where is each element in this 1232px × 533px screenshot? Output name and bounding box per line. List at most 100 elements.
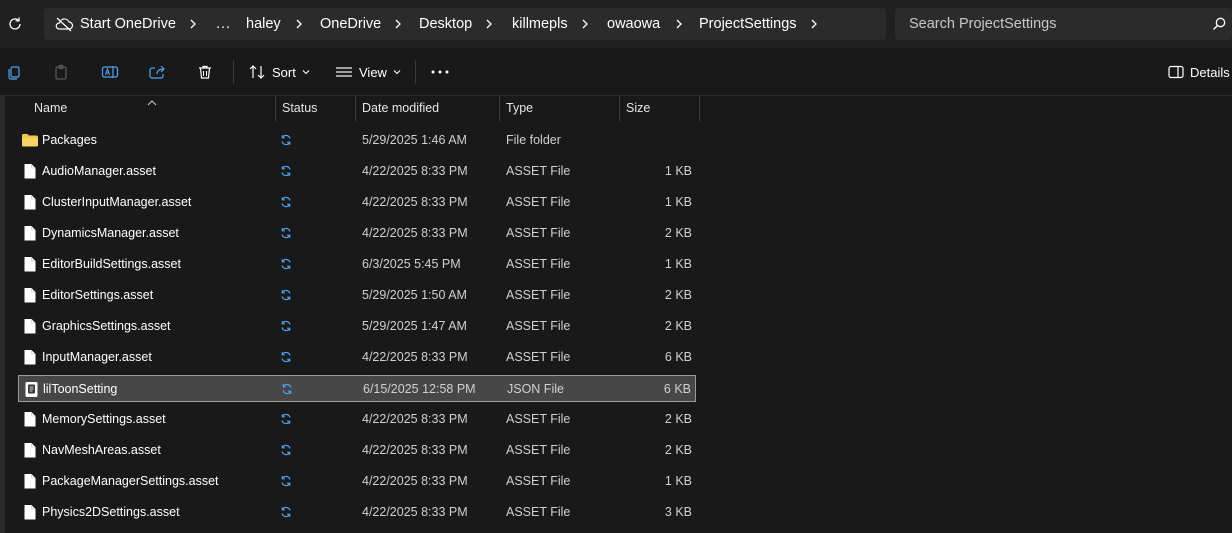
details-pane-icon [1168, 65, 1184, 79]
breadcrumb-owaowa[interactable]: owaowa [607, 8, 660, 40]
chevron-right-icon[interactable] [292, 8, 306, 40]
copy-icon[interactable] [4, 62, 24, 82]
share-icon[interactable] [147, 62, 167, 82]
file-name[interactable]: MemorySettings.asset [42, 406, 166, 433]
paste-icon[interactable] [51, 62, 71, 82]
rename-icon[interactable] [100, 62, 120, 82]
command-bar: Sort View Details [0, 48, 1232, 96]
navigation-pane-edge[interactable] [0, 96, 5, 533]
chevron-right-icon[interactable] [186, 8, 200, 40]
file-row[interactable]: AudioManager.asset 4/22/2025 8:33 PM ASSET… [18, 158, 696, 185]
address-bar[interactable]: Start OneDrive ... haley OneDrive Deskto… [44, 8, 886, 40]
file-row[interactable]: MemorySettings.asset 4/22/2025 8:33 PM ASS… [18, 406, 696, 433]
chevron-right-icon[interactable] [578, 8, 592, 40]
file-type: ASSET File [506, 319, 571, 333]
breadcrumb-desktop[interactable]: Desktop [419, 8, 472, 40]
view-icon [336, 67, 352, 77]
file-row[interactable]: InputManager.asset 4/22/2025 8:33 PM ASSET… [18, 344, 696, 371]
sync-status-icon [280, 258, 292, 270]
file-row[interactable]: Packages 5/29/2025 1:46 AM File folder [18, 127, 696, 154]
file-name[interactable]: GraphicsSettings.asset [42, 313, 171, 340]
file-type: ASSET File [506, 288, 571, 302]
file-name[interactable]: Packages [42, 127, 97, 154]
chevron-right-icon[interactable] [482, 8, 496, 40]
more-icon[interactable] [430, 62, 450, 82]
file-name[interactable]: PackageManagerSettings.asset [42, 468, 219, 495]
file-row[interactable]: GraphicsSettings.asset 5/29/2025 1:47 AM A… [18, 313, 696, 340]
view-button[interactable]: View [335, 60, 401, 84]
file-size: 2 KB [664, 443, 692, 457]
file-icon [23, 442, 37, 459]
file-name[interactable]: EditorSettings.asset [42, 282, 153, 309]
file-row[interactable]: NavMeshAreas.asset 4/22/2025 8:33 PM ASSET… [18, 437, 696, 464]
file-type: ASSET File [506, 350, 571, 364]
column-status[interactable]: Status [276, 96, 356, 121]
breadcrumb-onedrive[interactable]: OneDrive [320, 8, 381, 40]
file-date-modified: 5/29/2025 1:50 AM [362, 288, 467, 302]
onedrive-offline-icon [54, 16, 74, 32]
file-name[interactable]: ClusterInputManager.asset [42, 189, 191, 216]
breadcrumb-haley[interactable]: haley [246, 8, 281, 40]
file-name[interactable]: Physics2DSettings.asset [42, 499, 180, 526]
search-input[interactable] [895, 8, 1195, 40]
view-label: View [359, 64, 387, 80]
file-row[interactable]: DynamicsManager.asset 4/22/2025 8:33 PM AS… [18, 220, 696, 247]
chevron-right-icon[interactable] [672, 8, 686, 40]
breadcrumb-overflow[interactable]: ... [216, 8, 231, 40]
sort-button[interactable]: Sort [248, 60, 310, 84]
search-icon[interactable] [1212, 17, 1226, 31]
file-row[interactable]: Physics2DSettings.asset 4/22/2025 8:33 PM… [18, 499, 696, 526]
file-icon [23, 349, 37, 366]
chevron-right-icon[interactable] [391, 8, 405, 40]
chevron-down-icon [302, 70, 310, 75]
sync-status-icon [280, 227, 292, 239]
file-icon [23, 225, 37, 242]
file-row[interactable]: EditorBuildSettings.asset 6/3/2025 5:45 P… [18, 251, 696, 278]
breadcrumb-projectsettings[interactable]: ProjectSettings [699, 8, 797, 40]
sort-label: Sort [272, 64, 296, 80]
chevron-right-icon[interactable] [807, 8, 821, 40]
file-name[interactable]: InputManager.asset [42, 344, 152, 371]
breadcrumb-start-onedrive[interactable]: Start OneDrive [80, 8, 176, 40]
folder-icon [21, 133, 39, 150]
sync-status-icon [280, 196, 292, 208]
sync-status-icon [280, 320, 292, 332]
file-date-modified: 5/29/2025 1:46 AM [362, 133, 467, 147]
file-name[interactable]: lilToonSetting [43, 376, 117, 403]
file-size: 1 KB [664, 195, 692, 209]
file-name[interactable]: AudioManager.asset [42, 158, 156, 185]
file-row[interactable]: lilToonSetting 6/15/2025 12:58 PM JSON Fil… [18, 375, 696, 402]
file-icon [23, 163, 37, 180]
file-type: ASSET File [506, 257, 571, 271]
file-size: 1 KB [664, 257, 692, 271]
file-row[interactable]: EditorSettings.asset 5/29/2025 1:50 AM ASS… [18, 282, 696, 309]
sort-icon [249, 65, 265, 79]
file-type: File folder [506, 133, 561, 147]
address-row: Start OneDrive ... haley OneDrive Deskto… [0, 0, 1232, 48]
file-row[interactable]: ClusterInputManager.asset 4/22/2025 8:33 … [18, 189, 696, 216]
delete-icon[interactable] [195, 62, 215, 82]
file-size: 2 KB [664, 288, 692, 302]
file-size: 2 KB [664, 319, 692, 333]
file-date-modified: 4/22/2025 8:33 PM [362, 474, 468, 488]
column-size[interactable]: Size [620, 96, 700, 121]
sync-status-icon [280, 134, 292, 146]
file-type: JSON File [507, 382, 564, 396]
sync-status-icon [280, 475, 292, 487]
details-button[interactable]: Details [1168, 60, 1230, 84]
column-type[interactable]: Type [500, 96, 620, 121]
details-label: Details [1190, 64, 1230, 80]
file-name[interactable]: EditorBuildSettings.asset [42, 251, 181, 278]
file-row[interactable]: PackageManagerSettings.asset 4/22/2025 8:… [18, 468, 696, 495]
file-date-modified: 4/22/2025 8:33 PM [362, 443, 468, 457]
breadcrumb-killmepls[interactable]: killmepls [512, 8, 568, 40]
column-date-modified[interactable]: Date modified [356, 96, 500, 121]
file-name[interactable]: DynamicsManager.asset [42, 220, 179, 247]
column-name[interactable]: Name [28, 96, 276, 121]
toolbar-divider [233, 60, 234, 84]
file-name[interactable]: NavMeshAreas.asset [42, 437, 161, 464]
file-icon [23, 194, 37, 211]
refresh-button[interactable] [4, 13, 26, 35]
search-box[interactable] [895, 8, 1232, 40]
sync-status-icon [280, 351, 292, 363]
